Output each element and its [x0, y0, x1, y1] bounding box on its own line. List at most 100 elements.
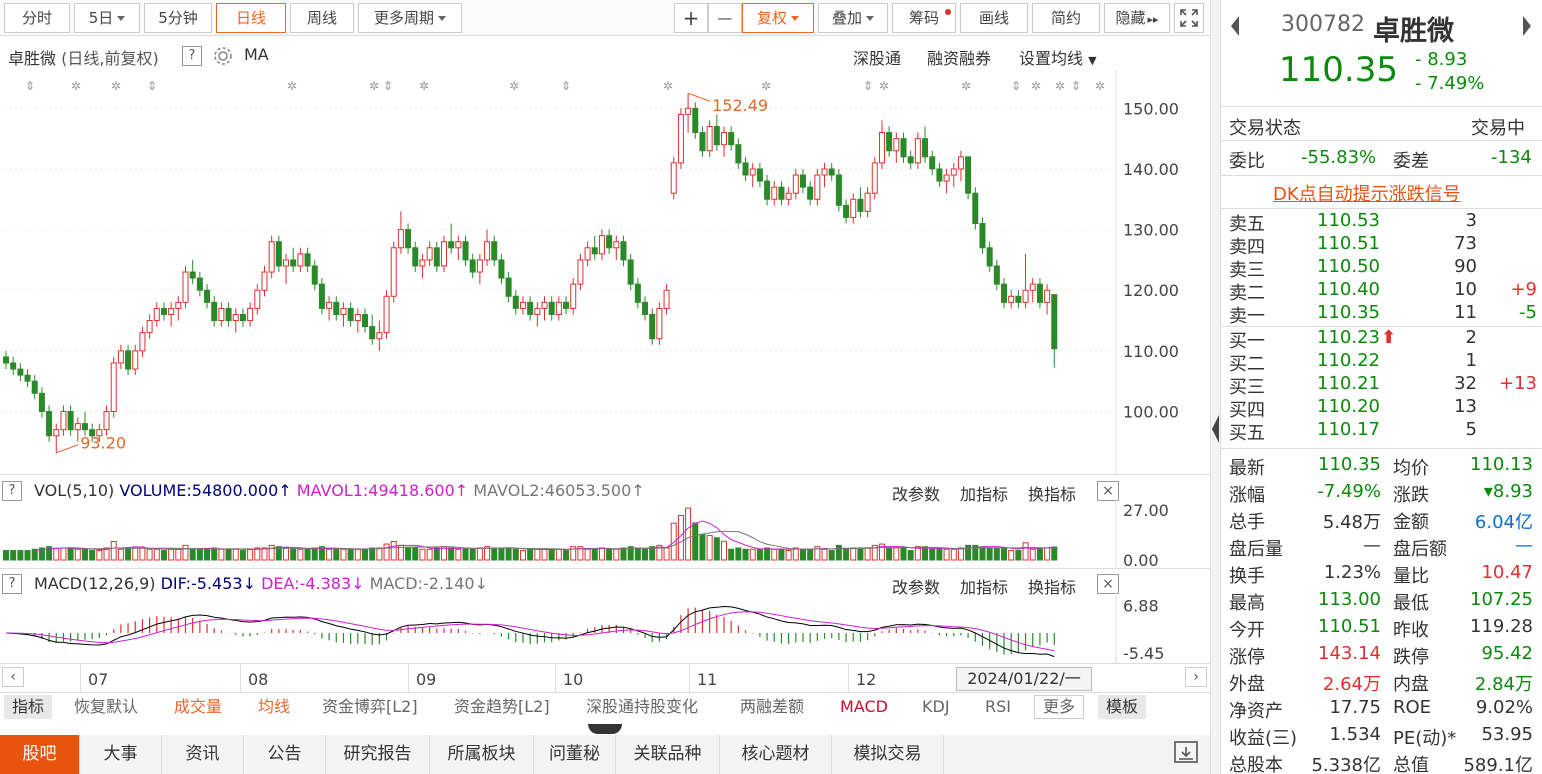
volume-bar[interactable] — [598, 547, 605, 561]
volume-bar[interactable] — [211, 547, 218, 561]
candlestick[interactable] — [936, 162, 943, 188]
candlestick[interactable] — [168, 302, 175, 327]
volume-bar[interactable] — [850, 547, 857, 561]
scroll-left-button[interactable]: ‹ — [2, 667, 24, 687]
event-marker-icon[interactable]: ✲ — [287, 79, 297, 93]
candlestick[interactable] — [204, 284, 211, 309]
volume-bar[interactable] — [957, 547, 964, 561]
volume-bar[interactable] — [821, 548, 828, 561]
volume-bar[interactable] — [96, 550, 103, 561]
candlestick[interactable] — [347, 302, 354, 327]
volume-bar[interactable] — [713, 537, 720, 561]
bid-row[interactable]: 买三 110.21 32 +13 — [1221, 373, 1542, 398]
candlestick[interactable] — [534, 302, 541, 327]
candlestick[interactable] — [634, 278, 641, 309]
volume-bar[interactable] — [1036, 547, 1043, 561]
volume-bar[interactable] — [369, 547, 376, 561]
candlestick[interactable] — [46, 405, 53, 442]
volume-bar[interactable] — [756, 548, 763, 561]
volume-bar[interactable] — [139, 547, 146, 561]
candlestick[interactable] — [354, 308, 361, 333]
bottom-tab[interactable]: 所属板块 — [430, 735, 534, 774]
bottom-tab[interactable]: 研究报告 — [326, 735, 430, 774]
collapse-handle[interactable] — [588, 724, 622, 734]
volume-bar[interactable] — [807, 548, 814, 561]
volume-bar[interactable] — [785, 550, 792, 561]
event-marker-icon[interactable]: ✲ — [1055, 79, 1065, 93]
volume-bar[interactable] — [426, 548, 433, 561]
candlestick[interactable] — [950, 162, 957, 188]
volume-bar[interactable] — [333, 548, 340, 561]
candlestick[interactable] — [728, 126, 735, 151]
volume-bar[interactable] — [110, 540, 117, 561]
set-ma-dropdown[interactable]: 设置均线 ▼ — [1019, 45, 1097, 69]
volume-bar[interactable] — [642, 548, 649, 561]
candlestick[interactable] — [929, 150, 936, 176]
candlestick[interactable] — [440, 235, 447, 273]
event-marker-icon[interactable]: ✲ — [369, 79, 379, 93]
volume-bar[interactable] — [591, 548, 598, 561]
volume-bar[interactable] — [448, 547, 455, 561]
macd-chart[interactable]: 6.88 -5.45 — [0, 593, 1210, 663]
ask-row[interactable]: 卖四 110.51 73 — [1221, 233, 1542, 258]
volume-bar[interactable] — [512, 548, 519, 561]
volume-bar[interactable] — [907, 550, 914, 561]
chart-help-icon[interactable]: ? — [182, 46, 202, 66]
bottom-tab[interactable]: 资讯 — [162, 735, 244, 774]
volume-bar[interactable] — [53, 547, 60, 561]
bottom-tab[interactable]: 问董秘 — [534, 735, 616, 774]
candlestick[interactable] — [519, 296, 526, 315]
volume-bar[interactable] — [354, 548, 361, 561]
candlestick[interactable] — [1044, 284, 1051, 315]
volume-bar[interactable] — [900, 547, 907, 561]
volume-bar[interactable] — [706, 535, 713, 561]
bottom-tab[interactable]: 核心题材 — [720, 735, 832, 774]
volume-bar[interactable] — [699, 534, 706, 561]
volume-bar[interactable] — [297, 548, 304, 561]
candlestick[interactable] — [764, 175, 771, 206]
volume-bar[interactable] — [771, 548, 778, 561]
candlestick[interactable] — [254, 284, 261, 315]
bid-row[interactable]: 买四 110.20 13 — [1221, 396, 1542, 421]
candlestick[interactable] — [900, 132, 907, 163]
tab-daily[interactable]: 日线 — [216, 3, 286, 33]
candlestick[interactable] — [318, 278, 325, 315]
candlestick[interactable] — [412, 241, 419, 273]
candlestick[interactable] — [1015, 290, 1022, 309]
candlestick[interactable] — [38, 387, 45, 418]
candlestick[interactable] — [419, 253, 426, 279]
candlestick[interactable] — [907, 150, 914, 169]
volume-bar[interactable] — [247, 548, 254, 561]
volume-bar[interactable] — [326, 548, 333, 561]
split-marker-icon[interactable]: ⇕ — [25, 79, 35, 93]
candlestick[interactable] — [563, 296, 570, 315]
volume-bar[interactable] — [979, 546, 986, 561]
candlestick[interactable] — [462, 235, 469, 266]
volume-bar[interactable] — [412, 547, 419, 561]
candlestick[interactable] — [828, 162, 835, 182]
volume-bar[interactable] — [685, 507, 692, 561]
candlestick[interactable] — [239, 308, 246, 327]
volume-bar[interactable] — [498, 547, 505, 561]
volume-bar[interactable] — [182, 544, 189, 561]
event-marker-icon[interactable]: ✲ — [961, 79, 971, 93]
candlestick[interactable] — [792, 168, 799, 200]
volume-bar[interactable] — [828, 550, 835, 561]
candlestick[interactable] — [864, 187, 871, 218]
ask-row[interactable]: 卖五 110.53 3 — [1221, 210, 1542, 235]
candlestick[interactable] — [979, 217, 986, 254]
volume-bar[interactable] — [132, 547, 139, 561]
volume-bar[interactable] — [764, 547, 771, 561]
gear-icon[interactable] — [212, 45, 234, 67]
volume-bar[interactable] — [735, 547, 742, 561]
volume-bar[interactable] — [663, 547, 670, 561]
candlestick[interactable] — [433, 241, 440, 273]
candlestick[interactable] — [1001, 278, 1008, 309]
candlestick[interactable] — [627, 253, 634, 291]
volume-bar[interactable] — [196, 548, 203, 561]
volume-bar[interactable] — [922, 546, 929, 561]
candlestick[interactable] — [31, 375, 38, 400]
candlestick[interactable] — [405, 223, 412, 254]
candlestick[interactable] — [613, 235, 620, 260]
candlestick-chart[interactable]: 150.00 140.00 130.00 120.00 110.00 100.00 152.… — [0, 70, 1210, 474]
